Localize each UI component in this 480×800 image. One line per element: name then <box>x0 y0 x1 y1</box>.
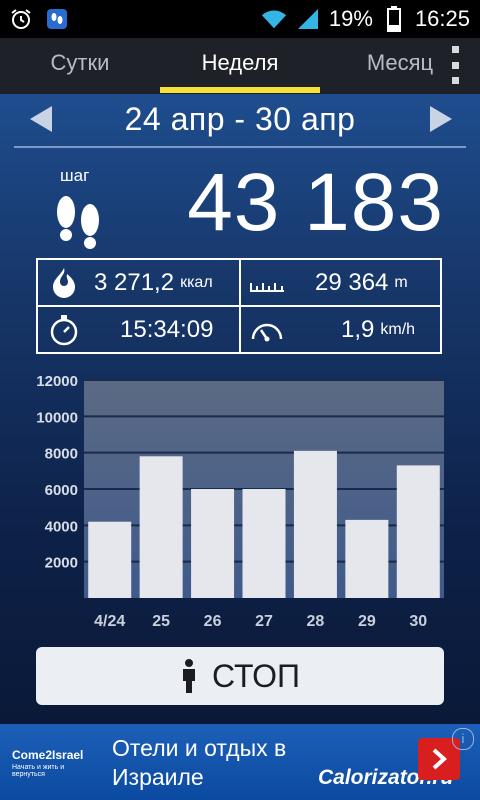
period-tabs: Сутки Неделя Месяц <box>0 38 480 94</box>
signal-icon <box>295 6 321 32</box>
speed-value: 1,9 <box>341 315 375 343</box>
next-period-button[interactable] <box>430 106 452 132</box>
x-tick-label: 28 <box>307 613 325 630</box>
ruler-icon <box>249 265 285 301</box>
chart-bar <box>293 450 337 598</box>
calories-value: 3 271,2 <box>94 268 175 296</box>
stopwatch-icon <box>46 312 82 348</box>
stop-button-label: СТОП <box>211 657 301 694</box>
footprints-icon <box>52 190 104 256</box>
x-tick-label: 4/24 <box>94 613 125 630</box>
distance-unit: m <box>394 273 408 291</box>
weekly-steps-chart: 12000 10000 8000 6000 4000 2000 4/24 25 26 27 28 29… <box>36 373 444 630</box>
status-bar: 19% 16:25 <box>0 0 480 38</box>
stop-button[interactable]: СТОП <box>36 647 444 705</box>
chevron-right-icon <box>432 748 447 770</box>
chart-bar <box>345 519 389 598</box>
battery-percent: 19% <box>328 6 373 31</box>
flame-icon <box>46 265 82 301</box>
main-panel: 24 апр - 30 апр шаг 43 183 3 271,2 ккал <box>0 94 480 724</box>
chart-bar <box>242 489 286 598</box>
steps-summary: шаг 43 183 <box>0 154 480 254</box>
divider <box>14 146 466 148</box>
chart-bar <box>191 489 235 598</box>
wifi-icon <box>261 6 287 32</box>
x-tick-label: 30 <box>409 613 427 630</box>
distance-value: 29 364 <box>315 268 389 296</box>
duration-stat: 15:34:09 <box>38 307 238 352</box>
date-range-label: 24 апр - 30 апр <box>124 100 356 137</box>
x-tick-label: 25 <box>152 613 170 630</box>
speedometer-icon <box>249 312 285 348</box>
y-tick-label: 12000 <box>36 373 78 390</box>
tab-day[interactable]: Сутки <box>0 38 160 94</box>
overflow-menu-icon[interactable] <box>450 46 460 84</box>
ad-logo-tagline: Начать и жить и вернуться <box>12 764 65 778</box>
date-navigator: 24 апр - 30 апр <box>0 94 480 144</box>
stats-grid: 3 271,2 ккал 29 364 m 15:34:09 1,9 km/h <box>36 258 442 354</box>
pedometer-app-icon <box>44 6 70 32</box>
y-tick-label: 6000 <box>45 482 78 499</box>
x-tick-label: 27 <box>255 613 273 630</box>
clock-time: 16:25 <box>414 6 470 31</box>
battery-icon <box>381 6 407 32</box>
ad-info-icon[interactable]: i <box>452 728 474 750</box>
chart-bar <box>396 465 440 598</box>
previous-period-button[interactable] <box>30 106 52 132</box>
chart-bar <box>139 456 183 598</box>
tab-week[interactable]: Неделя <box>160 38 320 94</box>
steps-label: шаг <box>60 166 90 185</box>
calories-unit: ккал <box>180 273 213 291</box>
steps-count: 43 183 <box>187 157 444 248</box>
duration-value: 15:34:09 <box>120 315 214 343</box>
ad-banner[interactable]: Come2Israel Начать и жить и вернуться От… <box>0 724 480 800</box>
speed-unit: km/h <box>380 320 416 338</box>
x-tick-label: 26 <box>204 613 222 630</box>
distance-stat: 29 364 m <box>241 260 441 305</box>
alarm-clock-icon <box>8 6 34 32</box>
speed-stat: 1,9 km/h <box>241 307 441 352</box>
chart-bar <box>88 521 132 598</box>
ad-logo: Come2Israel Начать и жить и вернуться <box>12 748 92 778</box>
y-tick-label: 2000 <box>45 555 78 572</box>
person-icon <box>182 659 195 693</box>
ad-text: Отели и отдых в Израиле <box>112 735 287 790</box>
y-tick-label: 8000 <box>45 446 78 463</box>
y-tick-label: 4000 <box>45 518 78 535</box>
x-tick-label: 29 <box>358 613 376 630</box>
y-tick-label: 10000 <box>36 409 78 426</box>
calories-stat: 3 271,2 ккал <box>38 260 238 305</box>
ad-logo-name: Come2Israel <box>12 748 84 762</box>
